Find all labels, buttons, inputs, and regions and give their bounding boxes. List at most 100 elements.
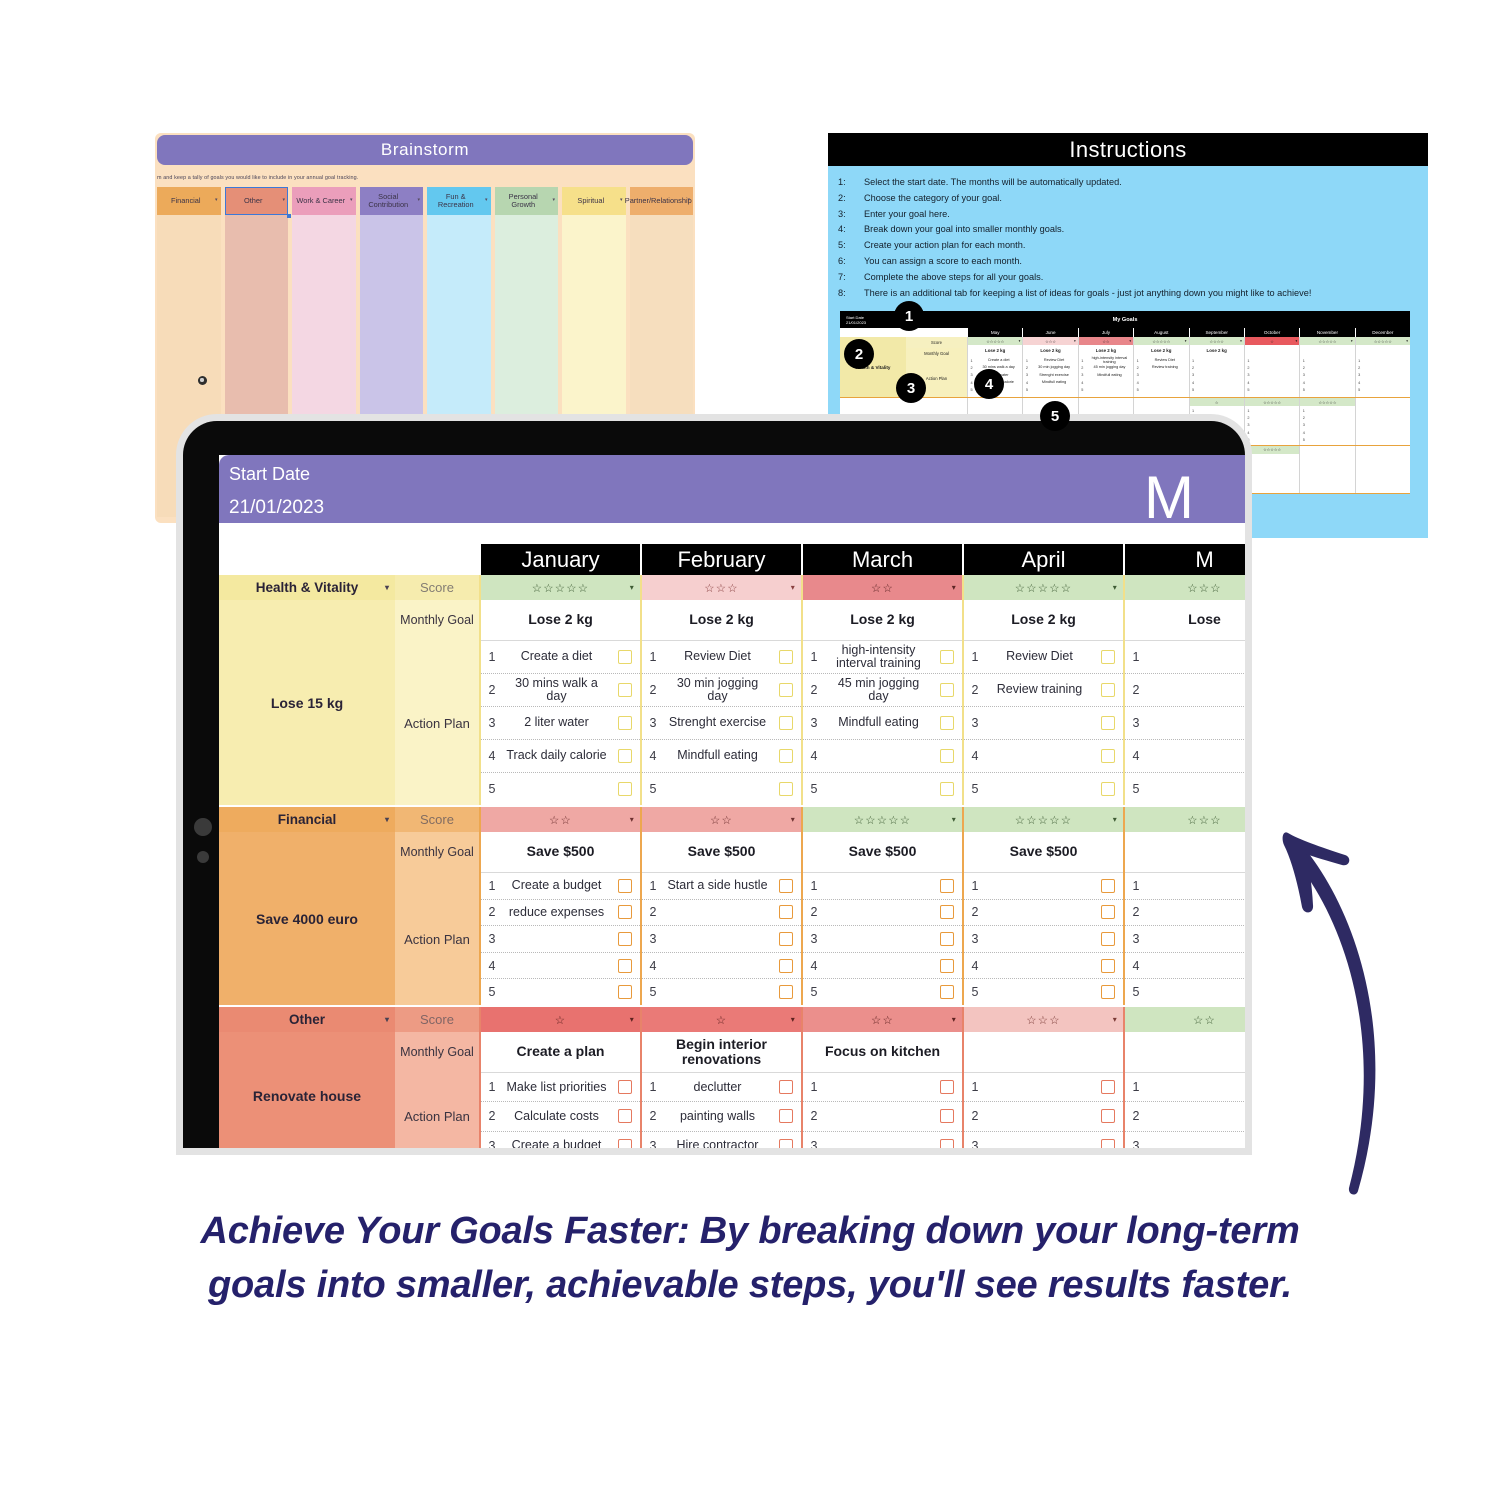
brainstorm-column-header[interactable]: Partner/Relationship ▾ — [625, 187, 693, 215]
score-cell[interactable]: ☆☆▾ — [642, 807, 801, 832]
mini-extra-task-row[interactable] — [1134, 407, 1188, 414]
checkbox-icon[interactable] — [940, 782, 954, 796]
mini-extra-task-row[interactable] — [1300, 455, 1354, 462]
task-checkbox[interactable] — [771, 749, 801, 763]
task-text[interactable]: painting walls — [664, 1109, 771, 1123]
task-text[interactable]: Track daily calorie — [503, 749, 610, 763]
score-cell[interactable]: ☆☆▾ — [1125, 1007, 1245, 1032]
mini-monthly-goal-cell[interactable]: Lose 2 kg — [1190, 345, 1244, 356]
mini-task-row[interactable]: 4 — [1356, 379, 1410, 386]
task-row[interactable]: 2 — [1125, 900, 1245, 927]
chevron-down-icon[interactable]: ▾ — [417, 198, 420, 204]
task-text[interactable]: Review Diet — [664, 650, 771, 664]
task-row[interactable]: 4 — [1125, 740, 1245, 773]
checkbox-icon[interactable] — [940, 878, 954, 893]
task-row[interactable]: 1 — [1125, 873, 1245, 900]
task-row[interactable]: 3 — [481, 926, 640, 953]
task-row[interactable]: 1 Start a side hustle — [642, 873, 801, 900]
mini-task-row[interactable]: 5 — [1356, 387, 1410, 394]
mini-task-row[interactable]: 5 — [1134, 387, 1188, 394]
chevron-down-icon[interactable]: ▾ — [1185, 339, 1187, 343]
checkbox-icon[interactable] — [1101, 782, 1115, 796]
task-checkbox[interactable] — [1093, 905, 1123, 920]
task-checkbox[interactable] — [932, 782, 962, 796]
mini-task-row[interactable]: 2 — [1190, 364, 1244, 371]
task-checkbox[interactable] — [771, 905, 801, 920]
mini-monthly-goal-cell[interactable] — [1245, 345, 1299, 356]
task-row[interactable]: 3 — [803, 926, 962, 953]
mini-extra-task-row[interactable] — [1300, 485, 1354, 492]
task-checkbox[interactable] — [932, 716, 962, 730]
checkbox-icon[interactable] — [779, 958, 793, 973]
monthly-goal-cell[interactable]: Begin interior renovations — [642, 1032, 801, 1073]
checkbox-icon[interactable] — [779, 878, 793, 893]
task-checkbox[interactable] — [610, 931, 640, 946]
task-checkbox[interactable] — [932, 650, 962, 664]
task-row[interactable]: 1 declutter — [642, 1073, 801, 1103]
mini-score-cell[interactable]: ☆☆☆☆☆ ▾ — [1300, 337, 1355, 345]
checkbox-icon[interactable] — [779, 1080, 793, 1095]
task-text[interactable]: high-intensity interval training — [825, 643, 932, 671]
monthly-goal-cell[interactable] — [1125, 832, 1245, 873]
mini-extra-task-row[interactable]: 1 — [1300, 407, 1354, 414]
chevron-down-icon[interactable]: ▾ — [1074, 339, 1076, 343]
task-row[interactable]: 2 reduce expenses — [481, 900, 640, 927]
chevron-down-icon[interactable]: ▾ — [552, 198, 555, 204]
checkbox-icon[interactable] — [940, 1080, 954, 1095]
chevron-down-icon[interactable]: ▾ — [350, 198, 353, 204]
checkbox-icon[interactable] — [940, 905, 954, 920]
task-checkbox[interactable] — [1093, 931, 1123, 946]
mini-extra-task-row[interactable]: 2 — [1245, 414, 1299, 421]
task-checkbox[interactable] — [610, 683, 640, 697]
checkbox-icon[interactable] — [1101, 1138, 1115, 1148]
checkbox-icon[interactable] — [779, 683, 793, 697]
checkbox-icon[interactable] — [940, 749, 954, 763]
mini-monthly-goal-cell[interactable]: Lose 2 kg — [1023, 345, 1077, 356]
mini-extra-score-cell[interactable] — [1355, 398, 1410, 406]
score-cell[interactable]: ☆☆☆▾ — [964, 1007, 1123, 1032]
score-cell[interactable]: ☆☆☆▾ — [642, 575, 801, 600]
mini-task-row[interactable]: 5 — [1079, 387, 1133, 394]
task-row[interactable]: 4 — [642, 953, 801, 980]
task-checkbox[interactable] — [1093, 985, 1123, 1000]
task-row[interactable]: 2 — [1125, 674, 1245, 707]
mini-extra-score-cell[interactable]: ☆☆☆☆☆ — [1244, 398, 1300, 406]
task-text[interactable]: Create a budget — [503, 1138, 610, 1148]
checkbox-icon[interactable] — [779, 931, 793, 946]
checkbox-icon[interactable] — [618, 878, 632, 893]
checkbox-icon[interactable] — [618, 905, 632, 920]
task-checkbox[interactable] — [610, 1138, 640, 1148]
mini-monthly-goal-cell[interactable]: Lose 2 kg — [1134, 345, 1188, 356]
mini-score-cell[interactable]: ☆☆☆☆ ▾ — [1189, 337, 1244, 345]
chevron-down-icon[interactable]: ▾ — [215, 198, 218, 204]
task-row[interactable]: 4 Track daily calorie — [481, 740, 640, 773]
checkbox-icon[interactable] — [940, 931, 954, 946]
monthly-goal-cell[interactable]: Lose 2 kg — [481, 600, 640, 641]
checkbox-icon[interactable] — [618, 749, 632, 763]
mini-task-row[interactable]: 5 — [1300, 387, 1354, 394]
task-row[interactable]: 4 Mindfull eating — [642, 740, 801, 773]
task-checkbox[interactable] — [1093, 749, 1123, 763]
mini-extra-task-row[interactable]: 1 — [1190, 407, 1244, 414]
mini-task-row[interactable]: 3 Mindfull eating — [1079, 372, 1133, 379]
task-text[interactable]: declutter — [664, 1080, 771, 1094]
checkbox-icon[interactable] — [618, 958, 632, 973]
tablet-button-primary[interactable] — [194, 818, 212, 836]
task-row[interactable]: 2 — [964, 1102, 1123, 1132]
task-row[interactable]: 2 30 min jogging day — [642, 674, 801, 707]
mini-extra-task-row[interactable]: 2 — [1300, 414, 1354, 421]
monthly-goal-cell[interactable]: Focus on kitchen — [803, 1032, 962, 1073]
chevron-down-icon[interactable]: ▾ — [385, 583, 389, 592]
brainstorm-column-header[interactable]: Other ▾ — [224, 187, 291, 218]
task-row[interactable]: 5 — [803, 979, 962, 1005]
mini-extra-task-row[interactable] — [1356, 485, 1410, 492]
task-checkbox[interactable] — [610, 1109, 640, 1124]
task-checkbox[interactable] — [1093, 782, 1123, 796]
chevron-down-icon[interactable]: ▾ — [791, 815, 796, 824]
category-name[interactable]: Financial ▾ — [219, 807, 395, 832]
score-cell[interactable]: ☆☆☆☆☆ ▾ — [481, 575, 640, 600]
checkbox-icon[interactable] — [618, 1138, 632, 1148]
chevron-down-icon[interactable]: ▾ — [282, 198, 285, 204]
task-checkbox[interactable] — [771, 782, 801, 796]
brainstorm-column-header[interactable]: Financial ▾ — [157, 187, 221, 215]
